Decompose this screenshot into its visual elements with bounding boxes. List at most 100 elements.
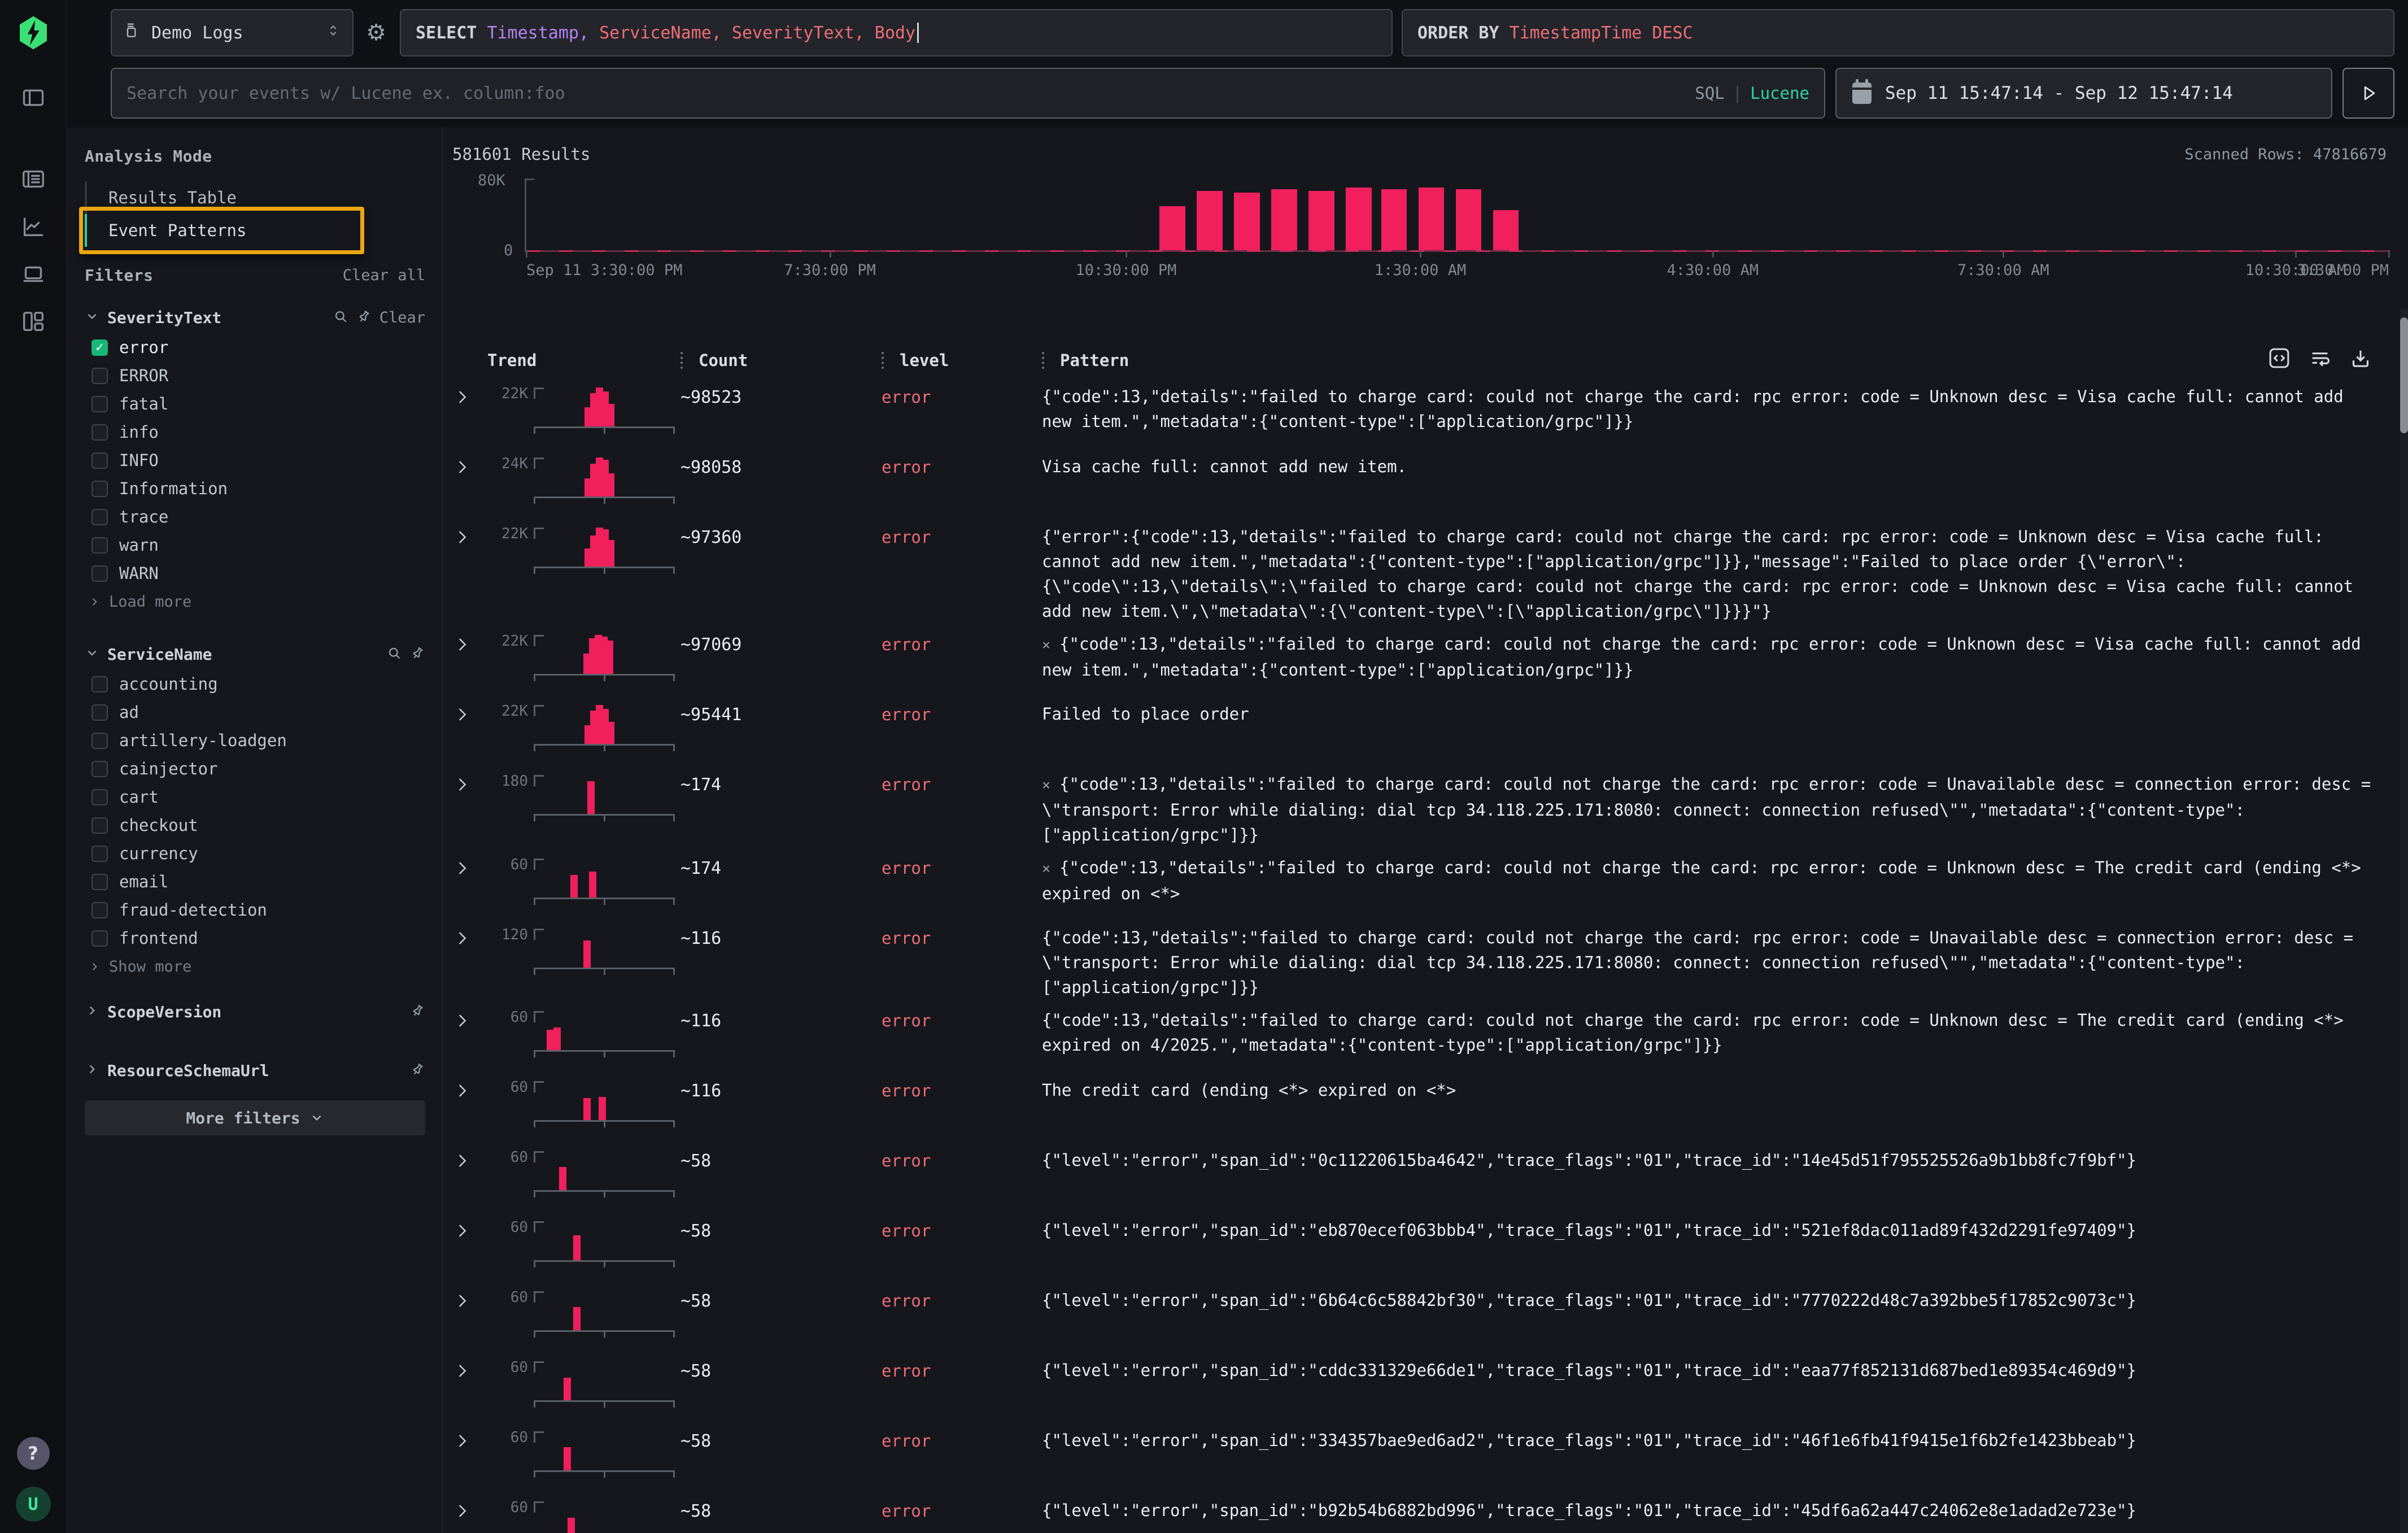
row-expand-chevron[interactable] — [452, 1007, 482, 1033]
filter-option-ad[interactable]: ad — [85, 698, 425, 726]
user-avatar[interactable]: U — [16, 1487, 51, 1522]
mode-lucene[interactable]: Lucene — [1750, 84, 1809, 103]
row-expand-chevron[interactable] — [452, 924, 482, 950]
filter-option-accounting[interactable]: accounting — [85, 670, 425, 698]
mode-sql[interactable]: SQL — [1695, 84, 1724, 103]
column-resize-handle[interactable] — [1042, 352, 1044, 369]
pin-icon[interactable] — [410, 646, 425, 663]
pattern-cell[interactable]: {"code":13,"details":"failed to charge c… — [1042, 383, 2394, 434]
scrollbar-thumb[interactable] — [2400, 317, 2408, 433]
sessions-icon[interactable] — [16, 256, 51, 291]
histogram-bar[interactable] — [1271, 189, 1297, 250]
dashboards-icon[interactable] — [16, 304, 51, 339]
group-name[interactable]: ResourceSchemaUrl — [107, 1061, 269, 1080]
pattern-cell[interactable]: {"error":{"code":13,"details":"failed to… — [1042, 523, 2394, 624]
checkbox[interactable] — [91, 396, 108, 412]
pattern-cell[interactable]: {"level":"error","span_id":"b92b54b6882b… — [1042, 1497, 2394, 1523]
wrap-lines-icon[interactable] — [2309, 347, 2331, 372]
group-name[interactable]: ServiceName — [107, 645, 212, 664]
checkbox[interactable] — [91, 537, 108, 554]
row-expand-chevron[interactable] — [452, 1147, 482, 1173]
mode-results-table[interactable]: Results Table — [85, 181, 425, 214]
filter-option-fatal[interactable]: fatal — [85, 390, 425, 418]
pattern-cell[interactable]: {"level":"error","span_id":"334357bae9ed… — [1042, 1427, 2394, 1453]
histogram-bar[interactable] — [1308, 191, 1334, 250]
pin-icon[interactable] — [410, 1062, 425, 1079]
filter-option-info[interactable]: info — [85, 418, 425, 446]
group-name[interactable]: ScopeVersion — [107, 1003, 221, 1021]
pattern-cell[interactable]: The credit card (ending <*> expired on <… — [1042, 1077, 2394, 1103]
row-expand-chevron[interactable] — [452, 1217, 482, 1243]
select-query-input[interactable]: SELECT Timestamp, ServiceName, SeverityT… — [400, 9, 1393, 56]
vertical-scrollbar[interactable] — [2400, 308, 2408, 1533]
filter-option-frontend[interactable]: frontend — [85, 924, 425, 952]
row-expand-chevron[interactable] — [452, 854, 482, 880]
checkbox[interactable] — [91, 930, 108, 947]
filter-option-warn[interactable]: warn — [85, 531, 425, 559]
checkbox[interactable] — [91, 509, 108, 525]
filter-option-currency[interactable]: currency — [85, 839, 425, 868]
run-query-button[interactable] — [2342, 68, 2394, 119]
histogram-bar[interactable] — [1381, 189, 1407, 250]
checkbox[interactable] — [91, 789, 108, 805]
app-logo-icon[interactable] — [15, 15, 51, 51]
exclude-pattern-icon[interactable]: × — [1042, 860, 1050, 877]
order-by-input[interactable]: ORDER BY TimestampTime DESC — [1402, 9, 2394, 56]
pattern-cell[interactable]: {"level":"error","span_id":"eb870ecef063… — [1042, 1217, 2394, 1243]
search-logs-icon[interactable] — [16, 162, 51, 197]
pattern-cell[interactable]: Visa cache full: cannot add new item. — [1042, 453, 2394, 479]
pattern-cell[interactable]: {"code":13,"details":"failed to charge c… — [1042, 924, 2394, 1000]
histogram-bar[interactable] — [1346, 188, 1372, 250]
clear-all-button[interactable]: Clear all — [343, 267, 425, 284]
filter-option-error[interactable]: error — [85, 333, 425, 362]
exclude-pattern-icon[interactable]: × — [1042, 777, 1050, 793]
row-expand-chevron[interactable] — [452, 770, 482, 796]
chevron-down-icon[interactable] — [85, 646, 99, 663]
pattern-cell[interactable]: {"code":13,"details":"failed to charge c… — [1042, 1007, 2394, 1057]
row-expand-chevron[interactable] — [452, 453, 482, 479]
checkbox[interactable] — [91, 704, 108, 721]
pin-icon[interactable] — [356, 309, 372, 326]
histogram-bar[interactable] — [1159, 206, 1185, 250]
checkbox[interactable] — [91, 424, 108, 441]
checkbox[interactable] — [91, 565, 108, 582]
pattern-cell[interactable]: ×{"code":13,"details":"failed to charge … — [1042, 854, 2394, 906]
row-expand-chevron[interactable] — [452, 1077, 482, 1103]
search-icon[interactable] — [333, 309, 348, 326]
histogram-bar[interactable] — [1456, 189, 1482, 250]
header-pattern[interactable]: Pattern — [1042, 351, 2394, 370]
histogram-bar[interactable] — [1234, 193, 1260, 250]
group-name[interactable]: SeverityText — [107, 308, 221, 327]
date-range-picker[interactable]: Sep 11 15:47:14 - Sep 12 15:47:14 — [1835, 68, 2332, 119]
histogram-bar[interactable] — [1419, 188, 1445, 250]
row-expand-chevron[interactable] — [452, 1287, 482, 1313]
pattern-cell[interactable]: {"level":"error","span_id":"0c11220615ba… — [1042, 1147, 2394, 1173]
checkbox[interactable] — [91, 874, 108, 890]
filter-option-trace[interactable]: trace — [85, 503, 425, 531]
pattern-cell[interactable]: {"level":"error","span_id":"6b64c6c58842… — [1042, 1287, 2394, 1313]
column-resize-handle[interactable] — [680, 352, 683, 369]
download-icon[interactable] — [2349, 347, 2372, 372]
histogram-bar[interactable] — [1197, 191, 1223, 250]
filter-option-checkout[interactable]: checkout — [85, 811, 425, 839]
chevron-down-icon[interactable] — [85, 309, 99, 326]
filter-option-ERROR[interactable]: ERROR — [85, 362, 425, 390]
row-expand-chevron[interactable] — [452, 383, 482, 409]
pattern-cell[interactable]: {"level":"error","span_id":"cddc331329e6… — [1042, 1357, 2394, 1383]
search-icon[interactable] — [387, 646, 402, 663]
code-view-icon[interactable] — [2268, 347, 2291, 372]
filter-option-cainjector[interactable]: cainjector — [85, 755, 425, 783]
checkbox[interactable] — [91, 339, 108, 356]
filter-option-fraud-detection[interactable]: fraud-detection — [85, 896, 425, 924]
source-select[interactable]: Demo Logs — [111, 9, 354, 56]
mode-event-patterns[interactable]: Event Patterns — [85, 214, 425, 247]
row-expand-chevron[interactable] — [452, 1497, 482, 1523]
filter-option-artillery-loadgen[interactable]: artillery-loadgen — [85, 726, 425, 755]
histogram-bar[interactable] — [1493, 210, 1519, 250]
column-resize-handle[interactable] — [882, 352, 884, 369]
header-count[interactable]: Count — [680, 351, 882, 370]
filter-option-INFO[interactable]: INFO — [85, 446, 425, 474]
checkbox[interactable] — [91, 481, 108, 497]
checkbox[interactable] — [91, 817, 108, 834]
header-trend[interactable]: Trend — [482, 351, 680, 370]
